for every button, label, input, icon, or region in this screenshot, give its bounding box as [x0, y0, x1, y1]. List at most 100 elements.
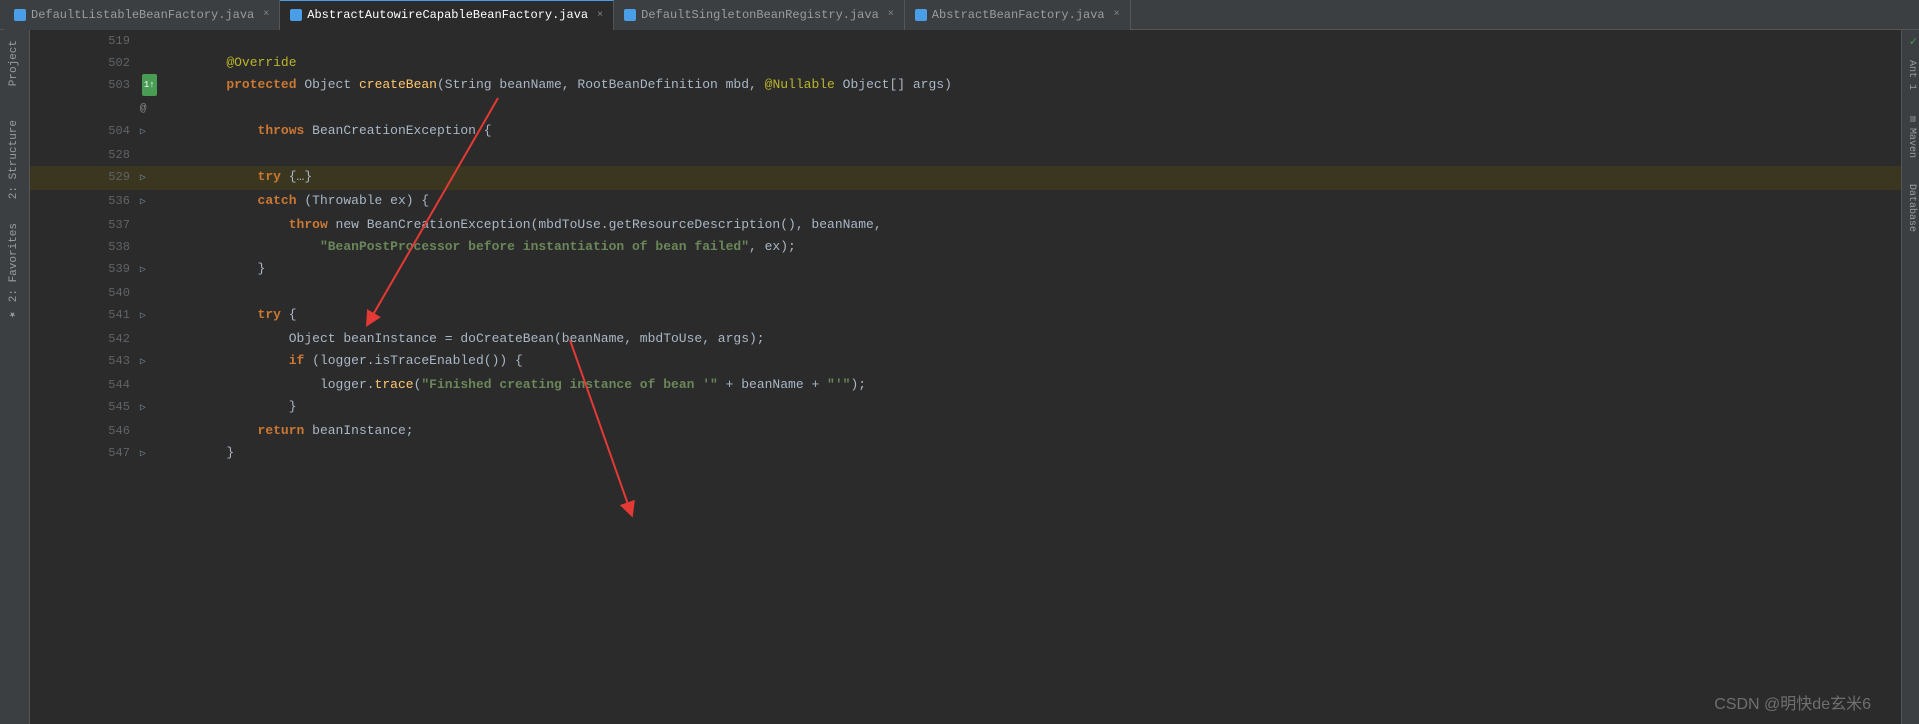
line-gutter: ▷ — [140, 120, 160, 144]
token-annotation: @Override — [226, 55, 296, 70]
line-content[interactable]: } — [160, 396, 1901, 420]
code-area: 519502 @Override5031↑ @ protected Object… — [30, 30, 1901, 724]
line-gutter: ▷ — [140, 304, 160, 328]
line-content[interactable] — [160, 30, 1901, 52]
tab-2[interactable]: AbstractAutowireCapableBeanFactory.java … — [280, 0, 614, 30]
token-type: ); — [850, 377, 866, 392]
tab-close-1[interactable]: × — [263, 9, 269, 20]
tab-1[interactable]: DefaultListableBeanFactory.java × — [4, 0, 280, 30]
token-string: "Finished creating instance of bean '" — [421, 377, 717, 392]
token-type: { — [281, 307, 297, 322]
line-content[interactable]: try {…} — [160, 166, 1901, 190]
line-content[interactable] — [160, 144, 1901, 166]
token-string: "'" — [827, 377, 850, 392]
indent-space — [164, 261, 258, 276]
line-content[interactable]: @Override — [160, 52, 1901, 74]
line-gutter — [140, 144, 160, 166]
line-content[interactable]: protected Object createBean(String beanN… — [160, 74, 1901, 120]
line-gutter — [140, 328, 160, 350]
table-row: 539▷ } — [30, 258, 1901, 282]
line-content[interactable]: logger.trace("Finished creating instance… — [160, 374, 1901, 396]
line-content[interactable]: } — [160, 258, 1901, 282]
line-content[interactable]: return beanInstance; — [160, 420, 1901, 442]
line-content[interactable]: throw new BeanCreationException(mbdToUse… — [160, 214, 1901, 236]
line-content[interactable]: catch (Throwable ex) { — [160, 190, 1901, 214]
line-content[interactable]: "BeanPostProcessor before instantiation … — [160, 236, 1901, 258]
line-content[interactable] — [160, 282, 1901, 304]
line-number: 544 — [30, 374, 140, 396]
line-gutter — [140, 236, 160, 258]
token-type: new BeanCreationException(mbdToUse.getRe… — [328, 217, 882, 232]
tab-3[interactable]: DefaultSingletonBeanRegistry.java × — [614, 0, 905, 30]
line-content[interactable]: throws BeanCreationException { — [160, 120, 1901, 144]
table-row: 502 @Override — [30, 52, 1901, 74]
maven-tab[interactable]: m Maven — [1903, 112, 1918, 162]
token-string: "BeanPostProcessor before instantiation … — [320, 239, 749, 254]
tab-icon-2 — [290, 9, 302, 21]
tab-label-2: AbstractAutowireCapableBeanFactory.java — [307, 8, 588, 22]
indent-space — [164, 377, 320, 392]
line-number: 503 — [30, 74, 140, 120]
line-number: 536 — [30, 190, 140, 214]
token-type: } — [258, 261, 266, 276]
table-row: 544 logger.trace("Finished creating inst… — [30, 374, 1901, 396]
token-kw: protected — [226, 77, 296, 92]
token-kw: try — [258, 169, 281, 184]
table-row: 529▷ try {…} — [30, 166, 1901, 190]
line-gutter: ▷ — [140, 258, 160, 282]
line-number: 537 — [30, 214, 140, 236]
watermark: CSDN @明快de玄米6 — [1714, 690, 1871, 714]
tab-icon-4 — [915, 9, 927, 21]
tab-close-4[interactable]: × — [1114, 9, 1120, 20]
token-type: logger. — [320, 377, 375, 392]
tabs-bar: DefaultListableBeanFactory.java × Abstra… — [0, 0, 1919, 30]
table-row: 528 — [30, 144, 1901, 166]
token-kw: throw — [289, 217, 328, 232]
table-row: 537 throw new BeanCreationException(mbdT… — [30, 214, 1901, 236]
table-row: 542 Object beanInstance = doCreateBean(b… — [30, 328, 1901, 350]
right-panel: ✓ Ant 1 m Maven Database — [1901, 30, 1919, 724]
token-kw: return — [258, 423, 305, 438]
line-number: 542 — [30, 328, 140, 350]
token-annotation: @Nullable — [765, 77, 835, 92]
indent-space — [164, 169, 258, 184]
structure-tab-left[interactable]: 2: Structure — [6, 114, 24, 205]
line-content[interactable]: Object beanInstance = doCreateBean(beanN… — [160, 328, 1901, 350]
favorites-tab-left[interactable]: ★ 2: Favorites — [5, 217, 24, 328]
line-gutter: 1↑ @ — [140, 74, 160, 120]
project-tab[interactable]: Project — [6, 34, 24, 92]
line-content[interactable]: } — [160, 442, 1901, 466]
line-gutter — [140, 30, 160, 52]
tab-4[interactable]: AbstractBeanFactory.java × — [905, 0, 1131, 30]
indent-space — [164, 353, 289, 368]
token-type: Object beanInstance = doCreateBean(beanN… — [289, 331, 765, 346]
line-number: 528 — [30, 144, 140, 166]
table-row: 519 — [30, 30, 1901, 52]
indent-space — [164, 399, 289, 414]
indent-space — [164, 331, 289, 346]
token-type: + beanName + — [718, 377, 827, 392]
line-number: 540 — [30, 282, 140, 304]
tab-label-3: DefaultSingletonBeanRegistry.java — [641, 8, 879, 22]
ant-tab[interactable]: Ant 1 — [1903, 56, 1918, 94]
line-gutter: ▷ — [140, 350, 160, 374]
tab-close-2[interactable]: × — [597, 10, 603, 21]
token-type: (String beanName, RootBeanDefinition mbd… — [437, 77, 765, 92]
table-row: 536▷ catch (Throwable ex) { — [30, 190, 1901, 214]
token-type: } — [289, 399, 297, 414]
checkmark-icon: ✓ — [1910, 34, 1917, 49]
indent-space — [164, 77, 226, 92]
line-gutter: ▷ — [140, 190, 160, 214]
line-number: 502 — [30, 52, 140, 74]
line-content[interactable]: if (logger.isTraceEnabled()) { — [160, 350, 1901, 374]
token-kw: catch — [258, 193, 297, 208]
line-number: 538 — [30, 236, 140, 258]
token-kw: try — [258, 307, 281, 322]
line-content[interactable]: try { — [160, 304, 1901, 328]
table-row: 545▷ } — [30, 396, 1901, 420]
token-type: beanInstance; — [304, 423, 413, 438]
line-gutter — [140, 214, 160, 236]
tab-close-3[interactable]: × — [888, 9, 894, 20]
database-tab[interactable]: Database — [1903, 180, 1918, 236]
token-method: createBean — [359, 77, 437, 92]
